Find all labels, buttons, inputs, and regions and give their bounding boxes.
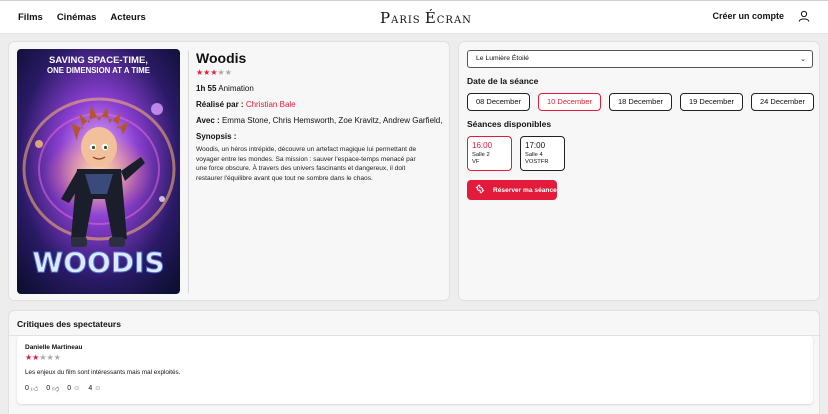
movie-info: Woodis ★★★★★ 1h 55 Animation Réalisé par… bbox=[196, 50, 443, 183]
cast-label: Avec : bbox=[196, 116, 220, 125]
movie-genre: Animation bbox=[218, 84, 254, 93]
director-label: Réalisé par : bbox=[196, 100, 244, 109]
date-list: 08 December 10 December 18 December 19 D… bbox=[467, 93, 814, 111]
cast-line: Avec : Emma Stone, Chris Hemsworth, Zoe … bbox=[196, 116, 443, 125]
review-author: Danielle Martineau bbox=[25, 344, 83, 351]
movie-duration: 1h 55 bbox=[196, 84, 217, 93]
showtime-time: 17:00 bbox=[525, 141, 546, 150]
movie-rating-stars: ★★★★★ bbox=[196, 69, 441, 77]
star-icon: ★ bbox=[46, 353, 54, 362]
star-icon: ★ bbox=[217, 68, 225, 77]
star-icon: ★ bbox=[53, 353, 61, 362]
ticket-icon bbox=[475, 184, 485, 196]
nav-cinemas[interactable]: Cinémas bbox=[57, 12, 97, 23]
shows-section-label: Séances disponibles bbox=[467, 119, 552, 129]
showtime-list: 16:00 Salle 2 VF 17:00 Salle 4 VOSTFR bbox=[467, 136, 565, 171]
review-text: Les enjeux du film sont intéressants mai… bbox=[25, 369, 181, 376]
cinema-select[interactable]: Le Lumière Étoilé ⌄ bbox=[467, 50, 813, 68]
date-button-selected[interactable]: 10 December bbox=[538, 93, 601, 111]
review-rating-stars: ★★★★★ bbox=[25, 353, 805, 362]
reviews-section: Critiques des spectateurs Danielle Marti… bbox=[8, 310, 821, 414]
reaction-smile[interactable]: 0 ☺ bbox=[67, 385, 80, 392]
reaction-like[interactable]: 0 👍︎ bbox=[25, 384, 38, 393]
logo-text: ARIS bbox=[391, 15, 425, 26]
reaction-laugh[interactable]: 4 ☺ bbox=[88, 385, 101, 392]
nav-actors[interactable]: Acteurs bbox=[110, 12, 145, 23]
thumbs-up-icon: 👍︎ bbox=[30, 386, 39, 393]
laugh-icon: ☺ bbox=[94, 385, 102, 392]
showtime-room: Salle 2 bbox=[472, 152, 490, 158]
top-bar: Films Cinémas Acteurs PARIS ÉCRAN Créer … bbox=[0, 0, 828, 34]
movie-meta: 1h 55 Animation bbox=[196, 84, 441, 93]
movie-details-card: SAVING SPACE-TIME, ONE DIMENSION AT A TI… bbox=[8, 41, 450, 301]
logo-text: CRAN bbox=[436, 15, 472, 26]
reaction-count: 0 bbox=[25, 385, 29, 392]
reviews-title: Critiques des spectateurs bbox=[17, 319, 121, 329]
date-button[interactable]: 18 December bbox=[609, 93, 672, 111]
user-icon[interactable] bbox=[798, 10, 810, 22]
date-section-label: Date de la séance bbox=[467, 76, 539, 86]
date-button[interactable]: 24 December bbox=[751, 93, 814, 111]
star-icon: ★ bbox=[39, 353, 47, 362]
review-reactions: 0 👍︎ 0 👎︎ 0 ☺ 4 ☺ bbox=[25, 384, 805, 393]
reserve-label: Réserver ma séance bbox=[493, 186, 557, 194]
showtime-card-selected[interactable]: 16:00 Salle 2 VF bbox=[467, 136, 512, 171]
showtime-time: 16:00 bbox=[472, 141, 493, 150]
director-line: Réalisé par : Christian Bale bbox=[196, 100, 441, 109]
synopsis-text: Woodis, un héros intrépide, découvre un … bbox=[196, 146, 417, 182]
date-button[interactable]: 08 December bbox=[467, 93, 530, 111]
date-button[interactable]: 19 December bbox=[680, 93, 743, 111]
reaction-count: 4 bbox=[88, 385, 93, 392]
poster-title: WOODIS bbox=[32, 246, 164, 279]
reserve-button[interactable]: Réserver ma séance bbox=[467, 180, 557, 200]
header-actions: Créer un compte bbox=[712, 10, 810, 22]
showtime-version: VOSTFR bbox=[525, 159, 549, 165]
logo-letter: P bbox=[380, 9, 392, 27]
movie-title: Woodis bbox=[196, 50, 247, 66]
movie-poster: SAVING SPACE-TIME, ONE DIMENSION AT A TI… bbox=[17, 49, 180, 294]
main-nav: Films Cinémas Acteurs bbox=[18, 12, 146, 23]
poster-tagline-line1: SAVING SPACE-TIME, bbox=[49, 55, 148, 66]
showtime-card[interactable]: 17:00 Salle 4 VOSTFR bbox=[520, 136, 565, 171]
showtime-version: VF bbox=[472, 159, 480, 165]
logo-letter: É bbox=[424, 9, 437, 27]
reaction-count: 0 bbox=[67, 385, 72, 392]
synopsis-label: Synopsis : bbox=[196, 132, 237, 141]
poster-tagline-line2: ONE DIMENSION AT A TIME bbox=[47, 66, 150, 75]
cast-list: Emma Stone, Chris Hemsworth, Zoe Kravitz… bbox=[221, 116, 443, 125]
nav-films[interactable]: Films bbox=[18, 12, 43, 23]
star-icon: ★ bbox=[224, 68, 232, 77]
star-icon: ★ bbox=[210, 68, 218, 77]
showtime-room: Salle 4 bbox=[525, 152, 543, 158]
reaction-dislike[interactable]: 0 👎︎ bbox=[46, 384, 59, 393]
smile-icon: ☺ bbox=[73, 385, 81, 392]
divider bbox=[188, 50, 189, 294]
thumbs-down-icon: 👎︎ bbox=[52, 386, 60, 393]
session-card: Le Lumière Étoilé ⌄ Date de la séance 08… bbox=[458, 41, 820, 301]
cinema-select-value: Le Lumière Étoilé bbox=[476, 55, 529, 62]
review-card: Danielle Martineau ★★★★★ Les enjeux du f… bbox=[17, 336, 813, 404]
create-account-link[interactable]: Créer un compte bbox=[712, 11, 784, 21]
chevron-down-icon: ⌄ bbox=[800, 56, 806, 63]
director-link[interactable]: Christian Bale bbox=[246, 100, 296, 109]
reaction-count: 0 bbox=[46, 385, 51, 392]
logo[interactable]: PARIS ÉCRAN bbox=[380, 9, 472, 27]
